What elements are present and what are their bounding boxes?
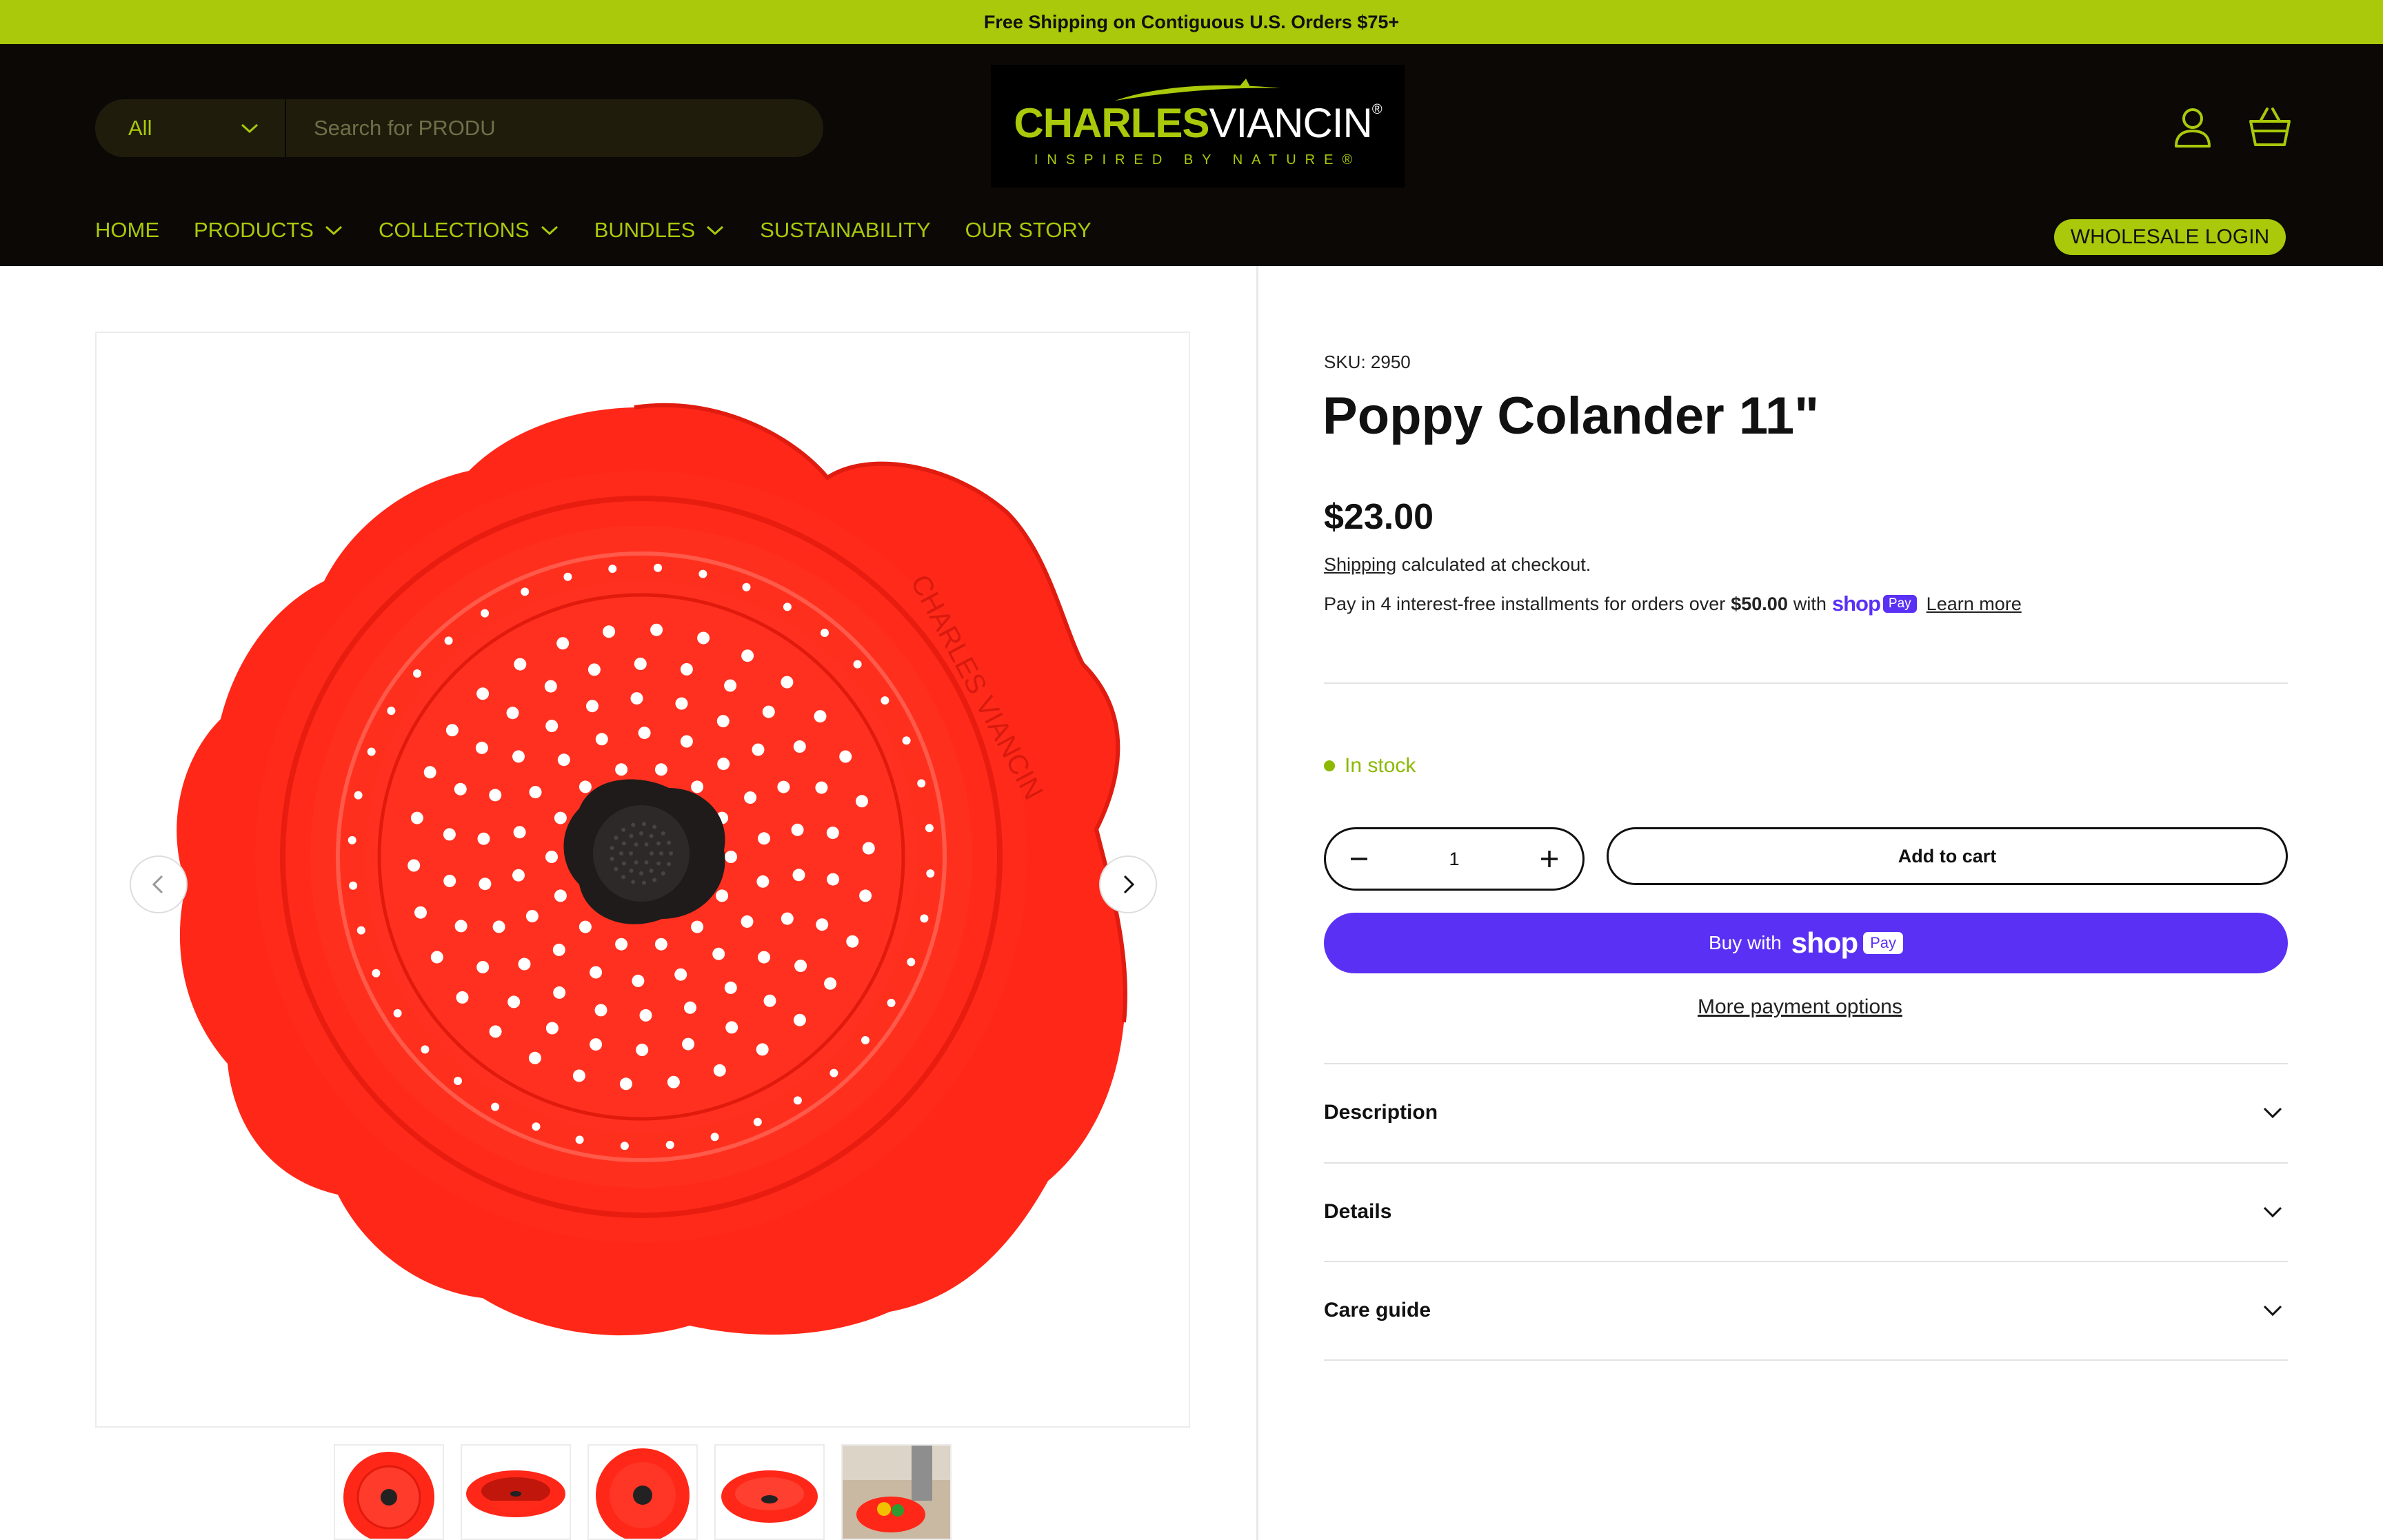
quantity-stepper: 1 bbox=[1324, 827, 1585, 891]
minus-icon bbox=[1351, 858, 1367, 860]
logo-word-viancin: VIANCIN bbox=[1209, 99, 1372, 146]
chevron-down-icon bbox=[241, 123, 259, 134]
product-price: $23.00 bbox=[1324, 497, 1434, 537]
nav-item-bundles[interactable]: BUNDLES bbox=[594, 218, 725, 243]
search-category-select[interactable]: All bbox=[95, 99, 286, 157]
shop-pay-logo: shop bbox=[1791, 926, 1858, 959]
section-divider bbox=[1324, 682, 2288, 684]
logo-word-charles: CHARLES bbox=[1014, 99, 1209, 146]
accordion-label: Description bbox=[1324, 1101, 1438, 1124]
shipping-text: calculated at checkout. bbox=[1396, 554, 1591, 575]
add-to-cart-label: Add to cart bbox=[1898, 845, 1997, 867]
shipping-info: Shipping calculated at checkout. bbox=[1324, 554, 1591, 576]
announcement-text: Free Shipping on Contiguous U.S. Orders … bbox=[983, 11, 1400, 32]
brand-logo[interactable]: CHARLESVIANCIN® INSPIRED BY NATURE® bbox=[991, 65, 1405, 188]
logo-wordmark: CHARLESVIANCIN® bbox=[1014, 99, 1382, 146]
nav-item-products[interactable]: PRODUCTS bbox=[194, 218, 344, 243]
more-payment-options-link[interactable]: More payment options bbox=[1698, 995, 1902, 1019]
wholesale-login-button[interactable]: WHOLESALE LOGIN bbox=[2054, 219, 2286, 255]
accordion-label: Details bbox=[1324, 1200, 1392, 1223]
chevron-down-icon bbox=[2263, 1107, 2282, 1119]
shop-pay-badge: Pay bbox=[1863, 932, 1904, 954]
chevron-down-icon bbox=[2263, 1305, 2282, 1317]
chevron-down-icon bbox=[325, 225, 342, 236]
product-image-gallery[interactable]: CHARLES VIANCIN bbox=[95, 332, 1190, 1428]
logo-tagline: INSPIRED BY NATURE® bbox=[1034, 152, 1362, 168]
nav-item-label: HOME bbox=[95, 218, 159, 242]
nav-item-label: OUR STORY bbox=[965, 218, 1092, 242]
shipping-link[interactable]: Shipping bbox=[1324, 554, 1396, 575]
search-input[interactable] bbox=[286, 99, 823, 157]
thumbnail-4[interactable] bbox=[714, 1444, 825, 1540]
column-divider bbox=[1256, 266, 1258, 1540]
accordion-label: Care guide bbox=[1324, 1299, 1431, 1321]
chevron-down-icon bbox=[2263, 1206, 2282, 1218]
accordion-care-guide[interactable]: Care guide bbox=[1324, 1262, 2288, 1359]
nav-item-our-story[interactable]: OUR STORY bbox=[965, 218, 1092, 243]
nav-item-sustainability[interactable]: SUSTAINABILITY bbox=[760, 218, 931, 243]
add-to-cart-button[interactable]: Add to cart bbox=[1607, 827, 2288, 885]
section-divider bbox=[1324, 1359, 2288, 1361]
basket-icon[interactable] bbox=[2246, 103, 2293, 150]
account-icon[interactable] bbox=[2169, 103, 2216, 150]
stock-dot-icon bbox=[1324, 760, 1335, 771]
nav-item-collections[interactable]: COLLECTIONS bbox=[379, 218, 560, 243]
nav-item-label: SUSTAINABILITY bbox=[760, 218, 931, 242]
nav-item-label: COLLECTIONS bbox=[378, 218, 530, 242]
installments-text: Pay in 4 interest-free installments for … bbox=[1324, 593, 1726, 614]
buy-with-label: Buy with bbox=[1708, 932, 1782, 953]
site-header: All CHARLESVIANCIN® INSPIRED BY NATURE® … bbox=[0, 44, 2383, 266]
leaf-swoosh-icon bbox=[1115, 79, 1280, 101]
installments-info: Pay in 4 interest-free installments for … bbox=[1324, 591, 2022, 616]
thumbnail-1[interactable] bbox=[334, 1444, 444, 1540]
quantity-value[interactable]: 1 bbox=[1449, 849, 1459, 870]
product-title: Poppy Colander 11" bbox=[1323, 387, 1820, 445]
chevron-down-icon bbox=[707, 225, 724, 236]
learn-more-link[interactable]: Learn more bbox=[1927, 594, 2022, 615]
chevron-down-icon bbox=[541, 225, 558, 236]
nav-item-home[interactable]: HOME bbox=[95, 218, 159, 243]
buy-with-shop-pay-button[interactable]: Buy with shop Pay bbox=[1324, 913, 2288, 973]
thumbnail-3[interactable] bbox=[587, 1444, 698, 1540]
thumbnail-strip bbox=[334, 1444, 952, 1540]
logo-registered: ® bbox=[1371, 101, 1382, 117]
quantity-increase-button[interactable] bbox=[1536, 845, 1563, 873]
chevron-right-icon bbox=[1123, 875, 1135, 894]
plus-icon bbox=[1541, 851, 1558, 867]
shop-pay-logo: shop bbox=[1831, 591, 1881, 616]
product-sku: SKU: 2950 bbox=[1324, 352, 1411, 372]
announcement-bar: Free Shipping on Contiguous U.S. Orders … bbox=[0, 0, 2383, 44]
chevron-left-icon bbox=[152, 875, 163, 894]
quantity-decrease-button[interactable] bbox=[1345, 845, 1373, 873]
product-image: CHARLES VIANCIN bbox=[177, 403, 1127, 1336]
installments-amount: $50.00 bbox=[1731, 593, 1788, 614]
thumbnail-5[interactable] bbox=[841, 1444, 952, 1540]
shop-pay-badge: Pay bbox=[1882, 595, 1917, 613]
nav-item-label: PRODUCTS bbox=[194, 218, 314, 242]
search-category-label: All bbox=[128, 116, 152, 140]
gallery-next-button[interactable] bbox=[1099, 855, 1157, 913]
search-bar: All bbox=[95, 99, 823, 157]
stock-label: In stock bbox=[1345, 754, 1416, 777]
main-navigation: HOME PRODUCTS COLLECTIONS BUNDLES SUSTAI… bbox=[95, 210, 1126, 251]
thumbnail-2[interactable] bbox=[461, 1444, 571, 1540]
accordion-details[interactable]: Details bbox=[1324, 1164, 2288, 1260]
gallery-prev-button[interactable] bbox=[130, 855, 188, 913]
nav-item-label: BUNDLES bbox=[594, 218, 696, 242]
installments-with: with bbox=[1793, 593, 1827, 614]
accordion-description[interactable]: Description bbox=[1324, 1064, 2288, 1161]
wholesale-login-label: WHOLESALE LOGIN bbox=[2070, 225, 2270, 248]
stock-status: In stock bbox=[1324, 754, 1416, 778]
